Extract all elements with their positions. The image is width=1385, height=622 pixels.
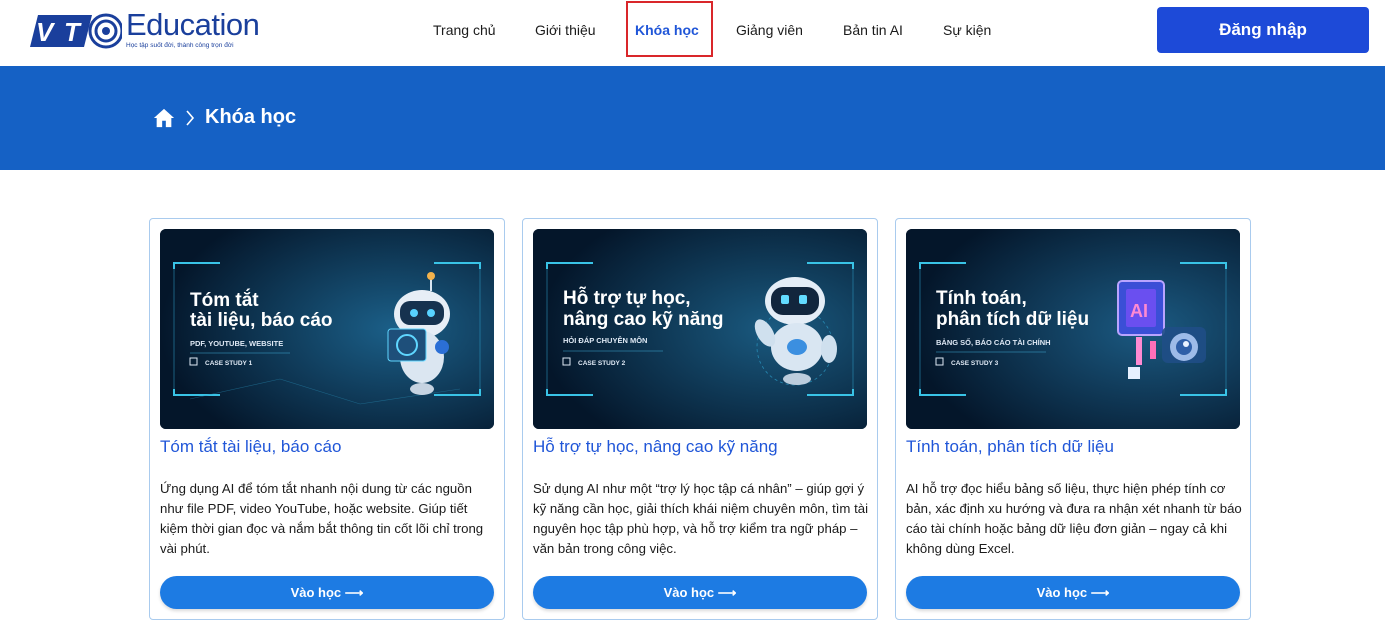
course-title[interactable]: Tóm tắt tài liệu, báo cáo	[160, 437, 496, 457]
thumbnail-subtitle: PDF, YOUTUBE, WEBSITE	[190, 339, 283, 348]
breadcrumb: Khóa học	[153, 106, 296, 129]
thumbnail-case: CASE STUDY 2	[578, 360, 626, 367]
thumbnail-title-line2: nâng cao kỹ năng	[563, 309, 723, 330]
enter-course-button[interactable]: Vào học ⟶	[906, 576, 1240, 609]
ai-badge-text: AI	[1130, 301, 1148, 321]
logo-brand-text: Education	[126, 7, 260, 42]
home-icon[interactable]	[153, 107, 175, 129]
nav-item-su-kien[interactable]: Sự kiện	[943, 22, 991, 38]
thumbnail-title-line2: phân tích dữ liệu	[936, 309, 1089, 330]
nav-item-ban-tin-ai[interactable]: Bản tin AI	[843, 22, 903, 38]
thumbnail-case: CASE STUDY 1	[205, 360, 253, 367]
course-card: Hỗ trợ tự học, nâng cao kỹ năng HỎI ĐÁP …	[522, 218, 878, 620]
vtc-education-logo[interactable]: V T Education Học tập suốt đời, thành cô…	[30, 7, 270, 55]
course-thumbnail[interactable]: Hỗ trợ tự học, nâng cao kỹ năng HỎI ĐÁP …	[533, 229, 867, 429]
course-card: Tóm tắt tài liệu, báo cáo PDF, YOUTUBE, …	[149, 218, 505, 620]
thumbnail-title-line1: Tóm tắt	[190, 289, 259, 311]
thumbnail-title-line2: tài liệu, báo cáo	[190, 310, 333, 331]
svg-text:V: V	[36, 17, 56, 47]
thumbnail-case: CASE STUDY 3	[951, 360, 999, 367]
nav-item-giang-vien[interactable]: Giảng viên	[736, 22, 803, 38]
thumbnail-subtitle: BẢNG SỐ, BÁO CÁO TÀI CHÍNH	[936, 337, 1051, 347]
active-nav-highlight	[626, 1, 713, 57]
course-description: AI hỗ trợ đọc hiểu bảng số liệu, thực hi…	[906, 481, 1242, 556]
course-card: Tính toán, phân tích dữ liệu BẢNG SỐ, BÁ…	[895, 218, 1251, 620]
breadcrumb-current: Khóa học	[205, 106, 297, 128]
course-title[interactable]: Hỗ trợ tự học, nâng cao kỹ năng	[533, 437, 869, 457]
login-button[interactable]: Đăng nhập	[1157, 7, 1369, 53]
course-thumbnail[interactable]: Tính toán, phân tích dữ liệu BẢNG SỐ, BÁ…	[906, 229, 1240, 429]
nav-item-gioi-thieu[interactable]: Giới thiệu	[535, 22, 596, 38]
thumbnail-subtitle: HỎI ĐÁP CHUYÊN MÔN	[563, 336, 647, 345]
course-thumbnail[interactable]: Tóm tắt tài liệu, báo cáo PDF, YOUTUBE, …	[160, 229, 494, 429]
thumbnail-title-line1: Hỗ trợ tự học,	[563, 287, 691, 309]
nav-item-trang-chu[interactable]: Trang chủ	[433, 22, 496, 38]
enter-course-button[interactable]: Vào học ⟶	[160, 576, 494, 609]
vtc-logo-icon: V T	[30, 13, 122, 49]
thumbnail-title-line1: Tính toán,	[936, 288, 1027, 309]
chevron-right-icon	[186, 109, 195, 126]
page-banner: Khóa học	[0, 66, 1385, 170]
enter-course-button[interactable]: Vào học ⟶	[533, 576, 867, 609]
course-title[interactable]: Tính toán, phân tích dữ liệu	[906, 437, 1242, 457]
course-description: Sử dụng AI như một “trợ lý học tập cá nh…	[533, 481, 868, 556]
site-header: V T Education Học tập suốt đời, thành cô…	[0, 0, 1385, 66]
logo-tagline: Học tập suốt đời, thành công trọn đời	[126, 42, 234, 49]
svg-text:T: T	[64, 17, 82, 47]
course-description: Ứng dụng AI để tóm tắt nhanh nội dung từ…	[160, 481, 484, 556]
